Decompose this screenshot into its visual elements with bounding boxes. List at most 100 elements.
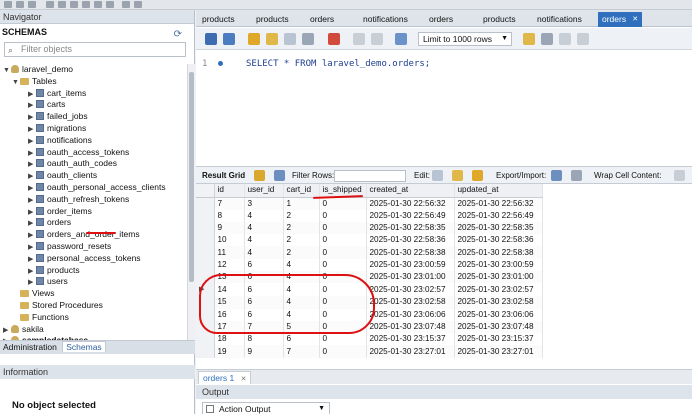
column-header[interactable]: id [214, 184, 245, 198]
table-cell[interactable]: 4 [244, 234, 284, 247]
table-cell[interactable]: 2025-01-30 23:06:06 [454, 308, 543, 321]
find-icon[interactable] [541, 33, 553, 45]
navigator-scrollbar[interactable] [187, 64, 195, 349]
table-cell[interactable]: 2025-01-30 22:56:32 [366, 197, 455, 210]
tree-views-folder[interactable]: Views [0, 288, 187, 300]
table-cell[interactable]: 2025-01-30 23:06:06 [366, 308, 455, 321]
table-cell[interactable]: 2025-01-30 23:00:59 [454, 258, 543, 271]
table-cell[interactable]: 8 [214, 209, 245, 222]
table-cell[interactable]: 0 [319, 221, 367, 235]
sql-statement[interactable]: SELECT * FROM laravel_demo.orders; [246, 59, 430, 69]
create-view-icon[interactable] [82, 1, 90, 8]
table-cell[interactable]: 8 [244, 333, 284, 346]
table-cell[interactable]: 2025-01-30 23:02:57 [366, 283, 455, 297]
tree-tables-folder[interactable]: ▼ Tables [0, 76, 187, 88]
table-cell[interactable]: 2025-01-30 23:02:58 [366, 296, 455, 309]
tree-table-item[interactable]: ▶ oauth_personal_access_clients [0, 182, 187, 194]
tree-table-item[interactable]: ▶ oauth_clients [0, 170, 187, 182]
close-tab-icon[interactable]: ✕ [241, 376, 247, 383]
tree-table-item[interactable]: ▶ oauth_refresh_tokens [0, 194, 187, 206]
table-cell[interactable]: 2025-01-30 22:58:36 [366, 234, 455, 247]
table-cell[interactable]: 7 [214, 197, 245, 210]
refresh-icon[interactable]: ⟳ [174, 26, 182, 43]
table-cell[interactable]: 2025-01-30 22:58:35 [454, 221, 543, 235]
tab-schemas[interactable]: Schemas [62, 341, 106, 352]
row-gutter[interactable] [196, 221, 215, 235]
tree-table-item[interactable]: ▶ users [0, 276, 187, 288]
table-cell[interactable]: 2025-01-30 22:56:49 [454, 209, 543, 222]
table-cell[interactable]: 4 [244, 221, 284, 235]
table-cell[interactable]: 0 [319, 258, 367, 271]
tree-db-laravel-demo[interactable]: ▼ laravel_demo [0, 64, 187, 76]
tree-procedures-folder[interactable]: Stored Procedures [0, 300, 187, 312]
table-cell[interactable]: 0 [319, 246, 367, 259]
table-cell[interactable]: 2 [283, 246, 320, 259]
table-row[interactable]: 18 8 6 0 2025-01-30 23:15:37 2025-01-30 23:15… [196, 333, 543, 346]
table-cell[interactable]: 9 [214, 221, 245, 235]
table-cell[interactable]: 2025-01-30 22:56:32 [454, 197, 543, 210]
table-cell[interactable]: 6 [283, 333, 320, 346]
table-cell[interactable]: 18 [214, 333, 245, 346]
row-gutter[interactable] [196, 333, 215, 346]
result-grid-label[interactable]: Result Grid [202, 171, 245, 180]
table-cell[interactable]: 2025-01-30 23:15:37 [454, 333, 543, 346]
tree-table-item[interactable]: ▶ oauth_access_tokens [0, 147, 187, 159]
table-cell[interactable]: 11 [214, 246, 245, 259]
table-cell[interactable]: 2025-01-30 23:02:57 [454, 283, 543, 297]
invisible-chars-icon[interactable] [559, 33, 571, 45]
table-cell[interactable]: 3 [244, 197, 284, 210]
table-cell[interactable]: 19 [214, 345, 245, 358]
create-schema-icon[interactable] [58, 1, 66, 8]
import-icon[interactable] [571, 170, 582, 181]
wrap-lines-icon[interactable] [577, 33, 589, 45]
filter-objects-input[interactable]: ⌕ Filter objects [4, 42, 186, 57]
table-cell[interactable]: 2025-01-30 23:00:59 [366, 258, 455, 271]
column-header[interactable]: user_id [244, 184, 284, 198]
table-cell[interactable]: 4 [244, 209, 284, 222]
save-file-icon[interactable] [223, 33, 235, 45]
table-cell[interactable]: 2025-01-30 23:07:48 [366, 320, 455, 334]
column-header[interactable]: cart_id [283, 184, 320, 198]
table-cell[interactable]: 0 [319, 209, 367, 222]
search-table-icon[interactable] [122, 1, 130, 8]
table-row[interactable]: 10 4 2 0 2025-01-30 22:58:36 2025-01-30 22:58… [196, 234, 543, 247]
tree-table-item[interactable]: ▶ notifications [0, 135, 187, 147]
table-row[interactable]: 7 3 1 0 2025-01-30 22:56:32 2025-01-30 22:56:… [196, 197, 543, 210]
table-cell[interactable]: 7 [283, 345, 320, 358]
column-header[interactable]: updated_at [454, 184, 543, 198]
table-row[interactable]: 19 9 7 0 2025-01-30 23:27:01 2025-01-30 23:27… [196, 345, 543, 358]
table-cell[interactable]: 2025-01-30 23:01:00 [366, 270, 455, 284]
save-icon[interactable] [28, 1, 36, 8]
tab-orders-active[interactable]: orders ✕ [598, 12, 643, 27]
beautify-icon[interactable] [523, 33, 535, 45]
row-gutter[interactable] [196, 197, 215, 210]
tree-table-item[interactable]: ▶ cart_items [0, 88, 187, 100]
delete-row-icon[interactable] [472, 170, 483, 181]
table-cell[interactable]: 0 [319, 234, 367, 247]
tab-orders[interactable]: orders [306, 12, 338, 27]
commit-icon[interactable] [353, 33, 365, 45]
tab-products[interactable]: products [479, 12, 520, 27]
open-sql-icon[interactable] [16, 1, 24, 8]
table-row[interactable]: 11 4 2 0 2025-01-30 22:58:38 2025-01-30 22:58… [196, 246, 543, 259]
scrollbar-thumb[interactable] [189, 72, 194, 282]
row-gutter[interactable] [196, 234, 215, 247]
table-cell[interactable]: 0 [319, 197, 367, 210]
refresh-grid-icon[interactable] [274, 170, 285, 181]
table-cell[interactable]: 0 [319, 333, 367, 346]
tab-notifications[interactable]: notifications [359, 12, 412, 27]
table-cell[interactable]: 12 [214, 258, 245, 271]
tree-table-item[interactable]: ▶ personal_access_tokens [0, 253, 187, 265]
create-table-icon[interactable] [70, 1, 78, 8]
row-gutter[interactable] [196, 246, 215, 259]
table-cell[interactable]: 1 [283, 197, 320, 210]
tree-table-item[interactable]: ▶ failed_jobs [0, 111, 187, 123]
table-cell[interactable]: 2025-01-30 22:58:38 [454, 246, 543, 259]
export-icon[interactable] [551, 170, 562, 181]
sql-editor[interactable]: 1 SELECT * FROM laravel_demo.orders; [196, 51, 692, 166]
row-gutter[interactable] [196, 345, 215, 358]
row-gutter[interactable] [196, 209, 215, 222]
table-cell[interactable]: 2 [283, 209, 320, 222]
table-cell[interactable]: 2025-01-30 23:01:00 [454, 270, 543, 284]
edit-row-icon[interactable] [432, 170, 443, 181]
